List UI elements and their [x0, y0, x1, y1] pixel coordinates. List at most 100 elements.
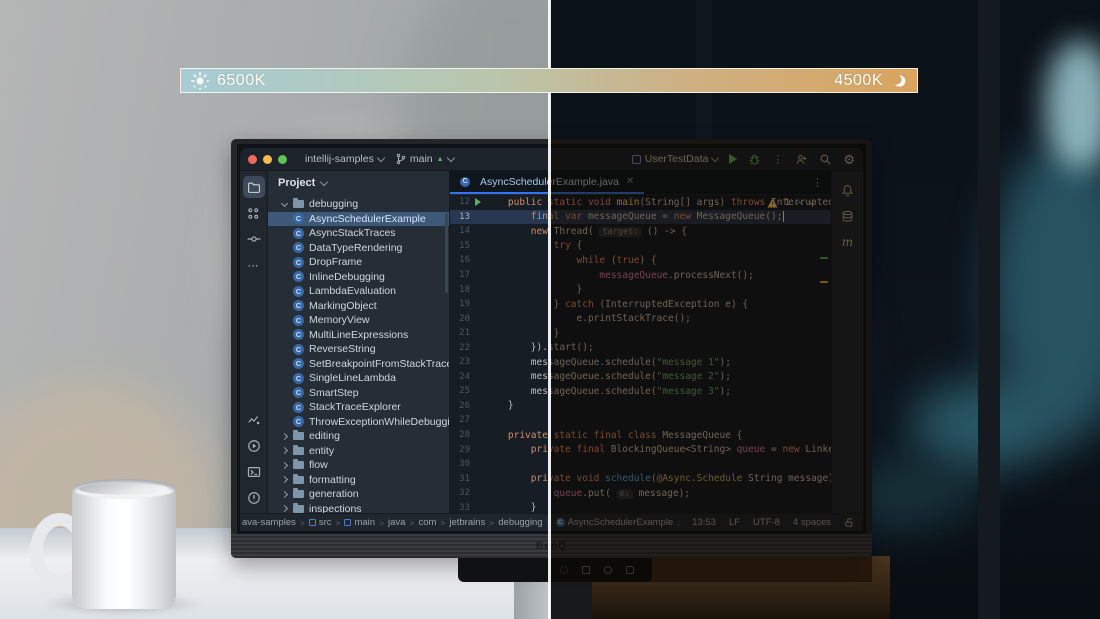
tree-item-entity[interactable]: entity [268, 444, 449, 459]
tree-item-flow[interactable]: flow [268, 458, 449, 473]
code-line-20[interactable]: 20e.printStackTrace(); [450, 311, 831, 326]
services-tool-button[interactable] [243, 435, 265, 457]
tree-item-SetBreakpointFromStackTrace[interactable]: CSetBreakpointFromStackTrace [268, 357, 449, 372]
tree-item-DropFrame[interactable]: CDropFrame [268, 255, 449, 270]
color-temperature-bar: 6500K 4500K [180, 68, 918, 93]
line-separator-widget[interactable]: LF [729, 517, 740, 528]
code-line-27[interactable]: 27 [450, 413, 831, 428]
collapse-icon[interactable] [281, 200, 288, 207]
tree-item-formatting[interactable]: formatting [268, 473, 449, 488]
tree-item-DataTypeRendering[interactable]: CDataTypeRendering [268, 241, 449, 256]
breadcrumb-jetbrains[interactable]: jetbrains [449, 517, 485, 528]
indent-spacer [282, 318, 293, 323]
code-line-30[interactable]: 30 [450, 457, 831, 472]
notifications-bell-button[interactable] [837, 179, 859, 201]
monitor-power-button[interactable] [604, 566, 612, 574]
tree-item-LambdaEvaluation[interactable]: CLambdaEvaluation [268, 284, 449, 299]
expand-icon[interactable] [281, 433, 288, 440]
close-tab-icon[interactable]: ✕ [626, 176, 634, 187]
monitor-menu-button[interactable] [582, 566, 590, 574]
tree-item-SmartStep[interactable]: CSmartStep [268, 386, 449, 401]
run-gutter-icon[interactable] [470, 198, 485, 206]
code-line-32[interactable]: 32queue.put( e: message); [450, 486, 831, 501]
expand-icon[interactable] [281, 462, 288, 469]
expand-icon[interactable] [281, 476, 288, 483]
unlock-icon[interactable] [844, 517, 855, 528]
code-line-16[interactable]: 16while (true) { [450, 253, 831, 268]
breadcrumb-java[interactable]: java [388, 517, 405, 528]
breadcrumb-ava-samples[interactable]: ava-samples [242, 517, 296, 528]
database-tool-button[interactable] [837, 205, 859, 227]
run-button[interactable] [729, 154, 737, 164]
tree-item-MarkingObject[interactable]: CMarkingObject [268, 299, 449, 314]
expand-icon[interactable] [281, 505, 288, 512]
tree-item-inspections[interactable]: inspections [268, 502, 449, 514]
expand-icon[interactable] [281, 447, 288, 454]
code-line-21[interactable]: 21} [450, 326, 831, 341]
more-actions-menu[interactable]: ⋮ [772, 153, 784, 166]
settings-gear-icon[interactable]: ⚙ [843, 153, 855, 166]
tree-item-MemoryView[interactable]: CMemoryView [268, 313, 449, 328]
code-line-15[interactable]: 15try { [450, 239, 831, 254]
minimize-window-button[interactable] [263, 155, 272, 164]
tree-item-editing[interactable]: editing [268, 429, 449, 444]
problems-tool-button[interactable] [243, 487, 265, 509]
encoding-widget[interactable]: UTF-8 [753, 517, 780, 528]
breadcrumb-main[interactable]: main [344, 517, 375, 528]
code-line-19[interactable]: 19} catch (InterruptedException e) { [450, 297, 831, 312]
code-line-18[interactable]: 18} [450, 282, 831, 297]
endpoints-tool-button[interactable] [243, 409, 265, 431]
structure-tool-button[interactable] [243, 202, 265, 224]
code-line-12[interactable]: 12public static void main(String[] args)… [450, 195, 831, 210]
monitor-nav-button[interactable] [560, 566, 568, 574]
tree-item-generation[interactable]: generation [268, 487, 449, 502]
expand-icon[interactable] [281, 491, 288, 498]
code-line-31[interactable]: 31private void schedule(@Async.Schedule … [450, 471, 831, 486]
code-line-33[interactable]: 33} [450, 500, 831, 513]
tab-options-menu[interactable]: ⋮ [812, 176, 823, 189]
tree-item-debugging[interactable]: debugging [268, 197, 449, 212]
tree-item-MultiLineExpressions[interactable]: CMultiLineExpressions [268, 328, 449, 343]
tree-item-StackTraceExplorer[interactable]: CStackTraceExplorer [268, 400, 449, 415]
tree-item-ReverseString[interactable]: CReverseString [268, 342, 449, 357]
code-with-me-icon[interactable] [795, 153, 808, 166]
breadcrumb-debugging[interactable]: debugging [498, 517, 542, 528]
code-editor[interactable]: 1 12public static void main(String[] arg… [450, 195, 831, 513]
tree-item-SingleLineLambda[interactable]: CSingleLineLambda [268, 371, 449, 386]
debug-button[interactable] [748, 153, 761, 166]
code-line-23[interactable]: 23messageQueue.schedule("message 1"); [450, 355, 831, 370]
terminal-tool-button[interactable] [243, 461, 265, 483]
code-line-25[interactable]: 25messageQueue.schedule("message 3"); [450, 384, 831, 399]
code-line-24[interactable]: 24messageQueue.schedule("message 2"); [450, 370, 831, 385]
search-icon[interactable] [819, 153, 832, 166]
tree-item-InlineDebugging[interactable]: CInlineDebugging [268, 270, 449, 285]
code-line-28[interactable]: 28private static final class MessageQueu… [450, 428, 831, 443]
folder-icon [293, 490, 304, 498]
breadcrumb-com[interactable]: com [418, 517, 436, 528]
code-line-13[interactable]: 13final var messageQueue = new MessageQu… [450, 210, 831, 225]
close-window-button[interactable] [248, 155, 257, 164]
tree-scrollbar[interactable] [445, 213, 448, 293]
project-tool-button[interactable] [243, 176, 265, 198]
monitor-input-button[interactable] [626, 566, 634, 574]
code-line-17[interactable]: 17messageQueue.processNext(); [450, 268, 831, 283]
code-line-26[interactable]: 26} [450, 399, 831, 414]
maven-tool-button[interactable]: m [837, 231, 859, 253]
vcs-branch-widget[interactable]: main ▲ [396, 153, 454, 165]
tree-item-AsyncStackTraces[interactable]: CAsyncStackTraces [268, 226, 449, 241]
more-tool-windows-button[interactable]: ⋯ [243, 254, 265, 276]
tree-item-AsyncSchedulerExample[interactable]: CAsyncSchedulerExample [268, 212, 449, 227]
project-panel-header[interactable]: Project [268, 171, 449, 195]
commit-tool-button[interactable] [243, 228, 265, 250]
project-selector[interactable]: intellij-samples [305, 153, 384, 165]
run-configuration-selector[interactable]: UserTestData [632, 153, 719, 165]
code-line-29[interactable]: 29private final BlockingQueue<String> qu… [450, 442, 831, 457]
zoom-window-button[interactable] [278, 155, 287, 164]
caret-position-widget[interactable]: 13:53 [692, 517, 716, 528]
breadcrumb-AsyncSchedulerExample[interactable]: CAsyncSchedulerExample [556, 517, 674, 528]
breadcrumb-src[interactable]: src [309, 517, 332, 528]
tree-item-ThrowExceptionWhileDebugging[interactable]: CThrowExceptionWhileDebugging [268, 415, 449, 430]
code-line-14[interactable]: 14new Thread( target: () -> { [450, 224, 831, 239]
code-line-22[interactable]: 22}).start(); [450, 340, 831, 355]
indent-widget[interactable]: 4 spaces [793, 517, 831, 528]
